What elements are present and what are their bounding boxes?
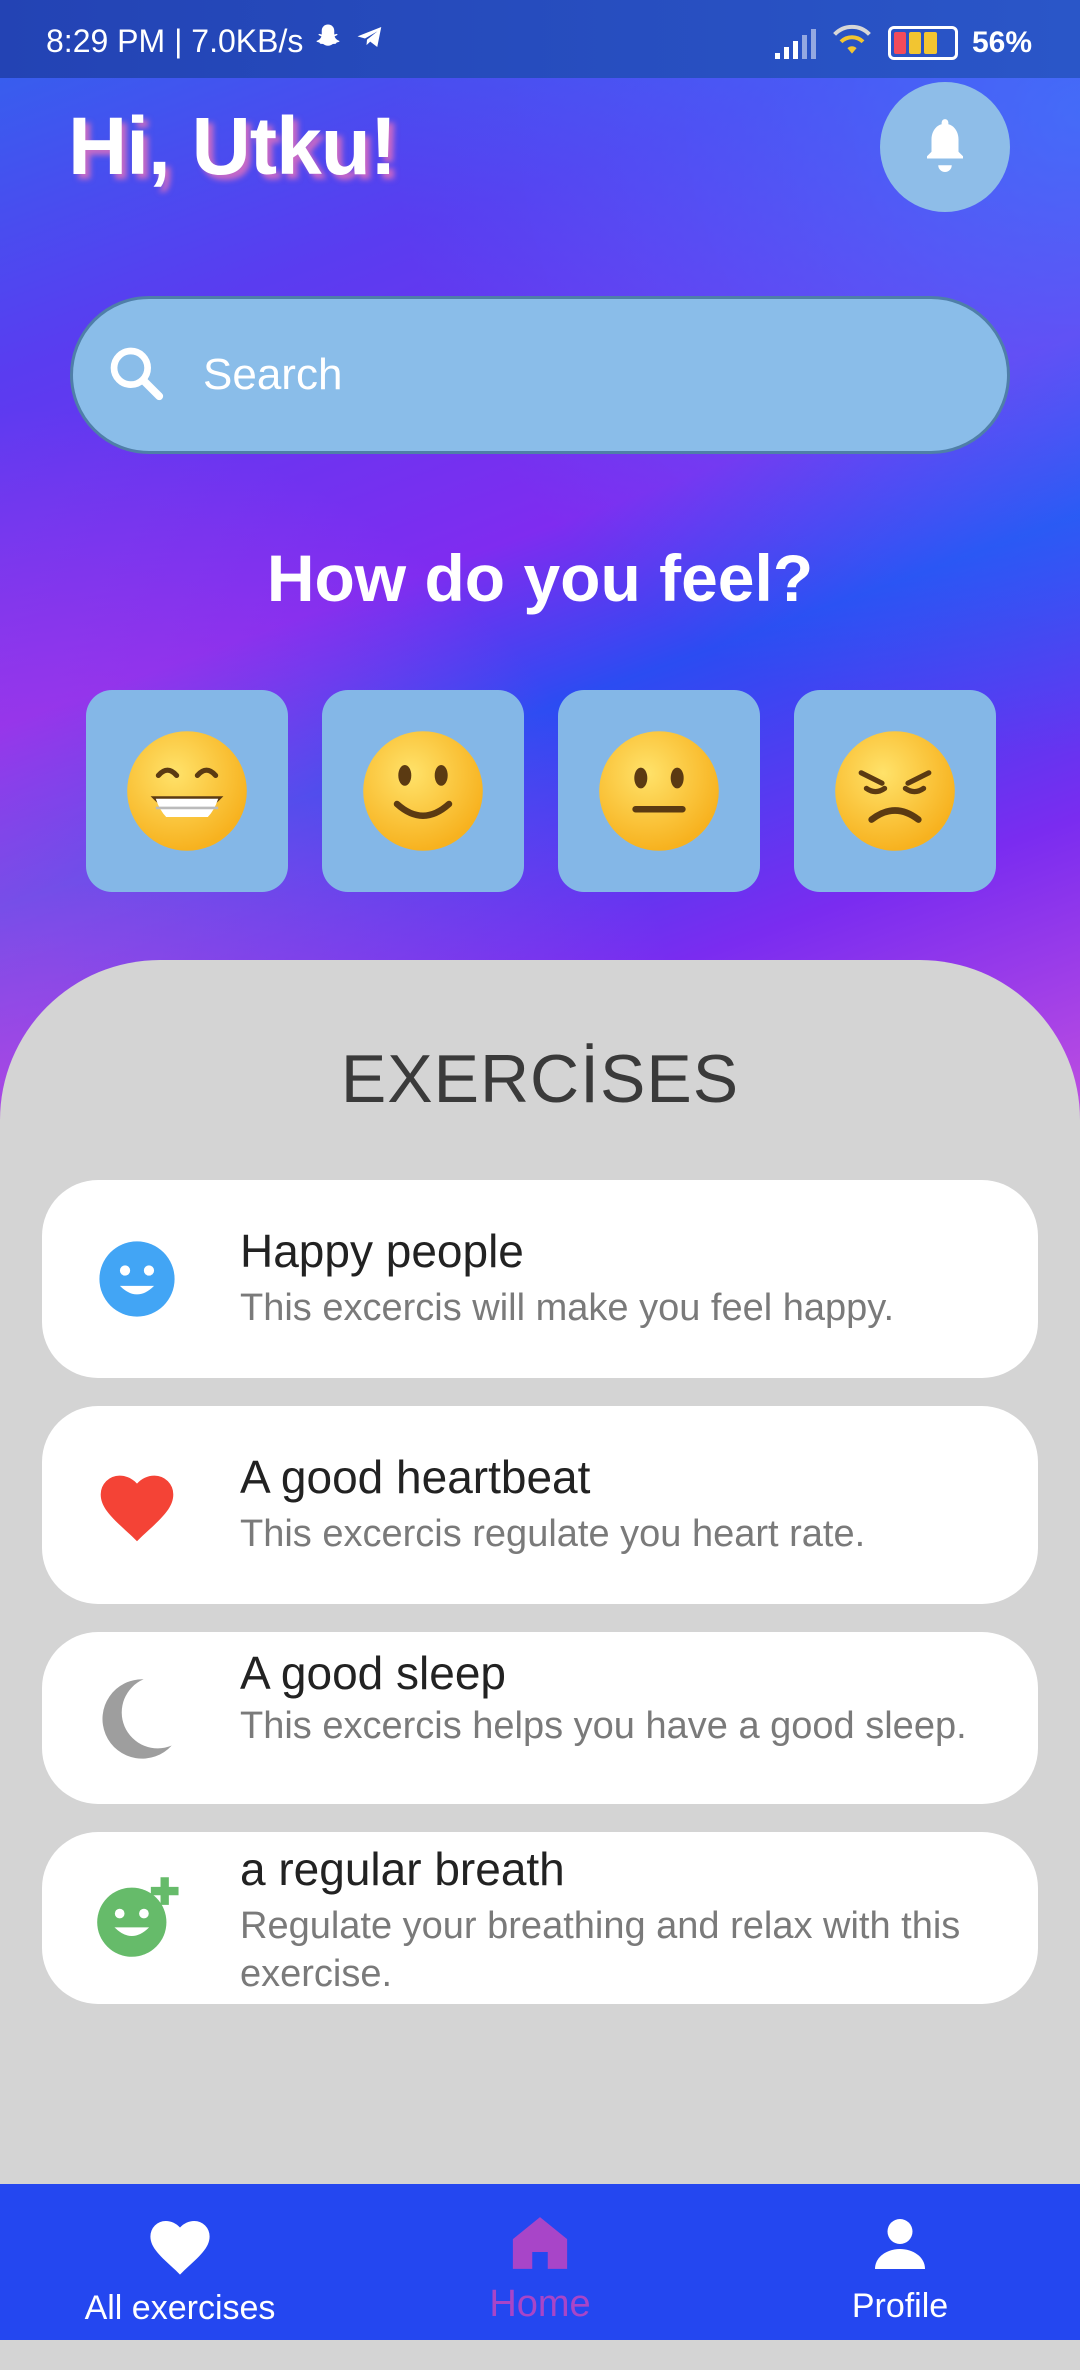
- bottom-navigation: All exercises Home Profile: [0, 2184, 1080, 2340]
- telegram-icon: [353, 22, 387, 60]
- signal-icon: [774, 27, 816, 59]
- exercise-card-sleep[interactable]: A good sleep This excercis helps you hav…: [42, 1632, 1038, 1804]
- exercise-title: A good heartbeat: [240, 1451, 591, 1503]
- exercises-panel: EXERCİSES Happy people This excercis wil…: [0, 960, 1080, 2340]
- bell-icon: [918, 115, 972, 180]
- exercises-title: EXERCİSES: [340, 1041, 740, 1117]
- heart-icon: [92, 1460, 182, 1550]
- nav-label: Profile: [851, 2287, 949, 2325]
- exercise-description: This excercis helps you have a good slee…: [240, 1705, 967, 1747]
- exercise-title: Happy people: [240, 1225, 524, 1277]
- exercise-title: A good sleep: [240, 1647, 507, 1699]
- mood-title: How do you feel?: [266, 541, 814, 615]
- moon-icon: [92, 1674, 182, 1764]
- notifications-button[interactable]: [880, 82, 1010, 212]
- search-bar[interactable]: [70, 296, 1010, 454]
- exercise-description: Regulate your breathing and relax with t…: [240, 1905, 961, 1995]
- mood-option-smiling[interactable]: [322, 690, 524, 892]
- add-reaction-icon: [92, 1872, 182, 1962]
- battery-icon: [887, 26, 958, 60]
- status-bar: 8:29 PM | 7.0KB/s 56%: [0, 0, 1080, 78]
- mood-selector: [86, 690, 996, 892]
- search-icon: [105, 342, 167, 409]
- status-time-speed: 8:29 PM | 7.0KB/s: [46, 22, 304, 59]
- exercise-card-breath[interactable]: a regular breath Regulate your breathing…: [42, 1832, 1038, 2004]
- heart-icon: [146, 2214, 214, 2281]
- nav-home[interactable]: Home: [440, 2184, 640, 2370]
- slightly-smiling-face-icon: [363, 731, 483, 851]
- home-icon: [509, 2214, 571, 2277]
- snapchat-icon: [313, 22, 343, 60]
- wifi-icon: [830, 22, 874, 64]
- mood-option-disappointed[interactable]: [794, 690, 996, 892]
- battery-percent: 56%: [971, 26, 1032, 59]
- nav-label: All exercises: [84, 2289, 276, 2327]
- greeting-title: Hi, Utku!: [68, 101, 397, 192]
- exercise-description: This excercis regulate you heart rate.: [240, 1513, 866, 1555]
- neutral-face-icon: [599, 731, 719, 851]
- exercise-card-heartbeat[interactable]: A good heartbeat This excercis regulate …: [42, 1406, 1038, 1604]
- nav-profile[interactable]: Profile: [800, 2184, 1000, 2370]
- exercise-title: a regular breath: [240, 1843, 565, 1895]
- smile-face-icon: [92, 1234, 182, 1324]
- exercise-description: This excercis will make you feel happy.: [240, 1287, 894, 1329]
- mood-option-neutral[interactable]: [558, 690, 760, 892]
- exercise-card-happy-people[interactable]: Happy people This excercis will make you…: [42, 1180, 1038, 1378]
- search-input[interactable]: [201, 349, 965, 401]
- nav-all-exercises[interactable]: All exercises: [60, 2184, 300, 2370]
- mood-option-grinning[interactable]: [86, 690, 288, 892]
- disappointed-face-icon: [835, 731, 955, 851]
- grinning-face-icon: [127, 731, 247, 851]
- person-icon: [870, 2214, 930, 2279]
- nav-label: Home: [489, 2283, 591, 2325]
